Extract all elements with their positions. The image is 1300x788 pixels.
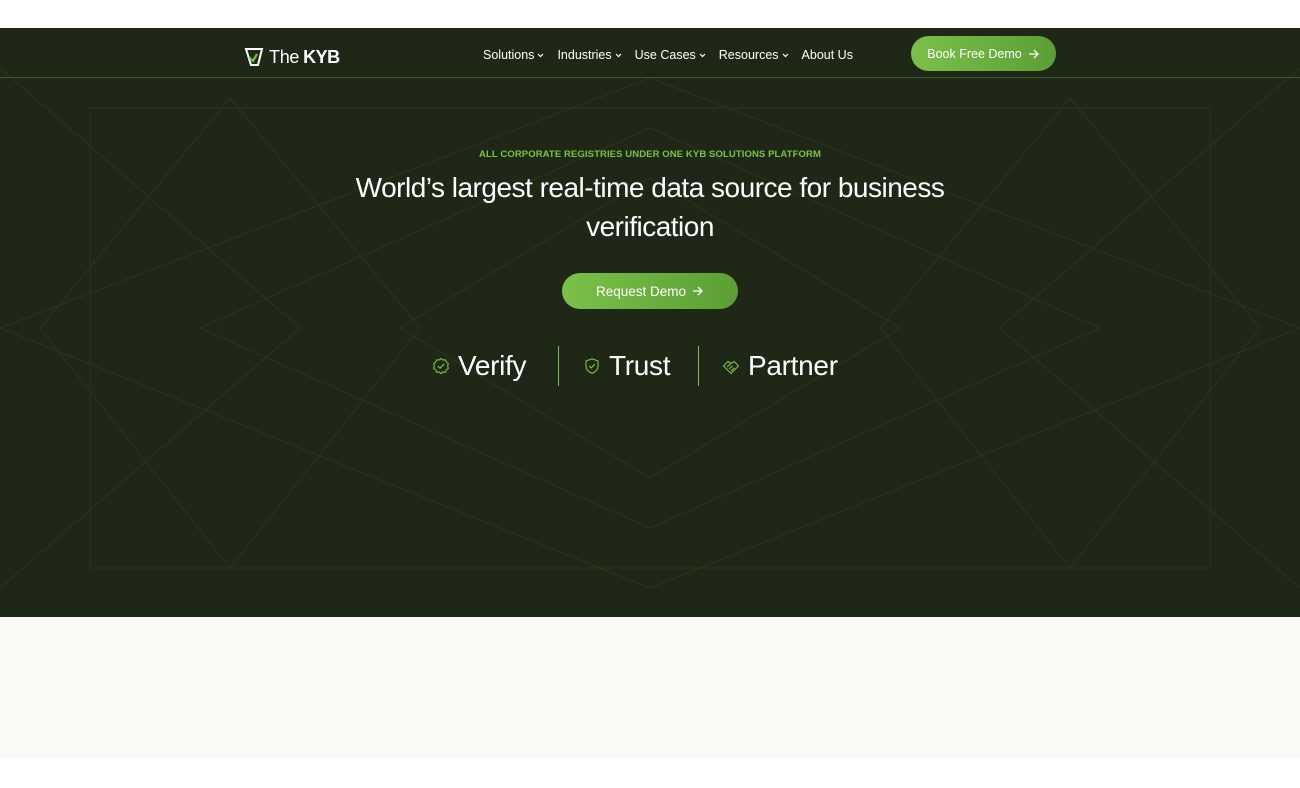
hero-headline: World’s largest real-time data source fo… — [355, 172, 945, 242]
handshake-icon — [722, 360, 740, 375]
arrow-right-icon — [1028, 49, 1039, 58]
book-free-demo-label: Book Free Demo — [927, 46, 1022, 61]
chevron-down-icon — [782, 53, 788, 57]
nav-label: Industries — [557, 48, 612, 62]
divider — [698, 346, 699, 386]
nav-item-resources[interactable]: Resources — [719, 48, 789, 62]
divider — [558, 346, 559, 386]
chevron-down-icon — [538, 53, 544, 57]
kyb-logo-icon — [244, 48, 264, 66]
nav-item-industries[interactable]: Industries — [557, 48, 622, 62]
value-partner: Partner — [722, 346, 838, 386]
next-section — [0, 617, 1300, 758]
value-label: Trust — [609, 350, 671, 381]
value-label: Partner — [748, 350, 838, 381]
badge-check-icon — [432, 357, 450, 375]
hero-eyebrow: ALL CORPORATE REGISTRIES UNDER ONE KYB S… — [479, 149, 821, 160]
page: The KYB Solutions Industries Use Cases R… — [0, 0, 1300, 788]
chevron-down-icon — [699, 53, 706, 57]
shield-check-icon — [585, 358, 599, 374]
value-props: Verify Trust Partner — [0, 346, 1300, 386]
top-navbar: The KYB Solutions Industries Use Cases R… — [0, 28, 1300, 78]
book-free-demo-button[interactable]: Book Free Demo — [911, 36, 1056, 71]
nav-label: About Us — [801, 48, 853, 62]
brand-logo[interactable]: The KYB — [243, 45, 340, 69]
nav-label: Use Cases — [634, 48, 696, 62]
value-verify: Verify — [432, 346, 527, 386]
nav-label: Solutions — [483, 48, 535, 62]
nav-item-use-cases[interactable]: Use Cases — [635, 48, 706, 62]
chevron-down-icon — [615, 53, 622, 57]
hero-pattern — [0, 67, 1300, 589]
nav-item-about-us[interactable]: About Us — [802, 48, 853, 62]
request-demo-button[interactable]: Request Demo — [562, 273, 738, 309]
arrow-right-icon — [693, 286, 703, 296]
request-demo-label: Request Demo — [595, 283, 687, 299]
hero-section: The KYB Solutions Industries Use Cases R… — [0, 28, 1300, 617]
logo-prefix: The — [269, 46, 300, 67]
nav-label: Resources — [718, 48, 779, 62]
logo-name: KYB — [303, 46, 340, 67]
value-label: Verify — [458, 350, 527, 381]
main-nav: Solutions Industries Use Cases Resources… — [483, 48, 866, 62]
value-trust: Trust — [583, 346, 671, 386]
nav-item-solutions[interactable]: Solutions — [483, 48, 544, 62]
